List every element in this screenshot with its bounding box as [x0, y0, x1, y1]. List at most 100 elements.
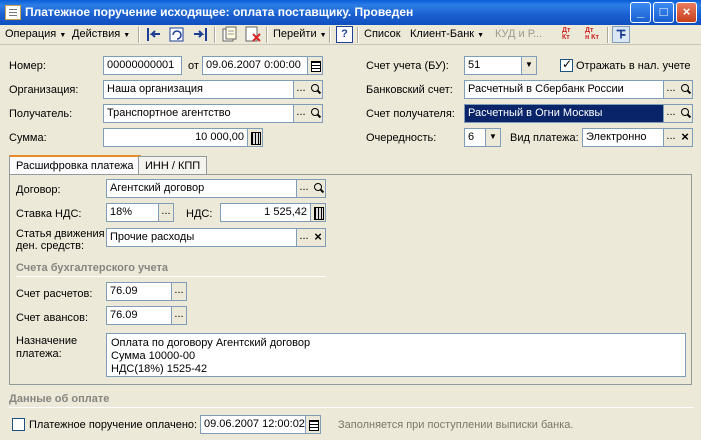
recipient-select-button[interactable] [294, 104, 309, 123]
calculator-icon[interactable] [248, 128, 263, 147]
search-icon[interactable] [308, 104, 323, 123]
operation-menu[interactable]: Операция ▼ [5, 28, 66, 40]
contract-field[interactable]: Агентский договор [106, 179, 297, 198]
goto-menu[interactable]: Перейти ▼ [273, 28, 327, 40]
recipient-account-field[interactable]: Расчетный в Огни Москвы [464, 104, 664, 123]
number-field[interactable]: 00000000001 [103, 56, 182, 75]
dt-kt-tax-icon[interactable]: Дт н Кт [585, 27, 603, 43]
recipient-account-label: Счет получателя: [366, 108, 455, 120]
priority-field[interactable]: 6 [464, 128, 486, 147]
payment-type-select-button[interactable] [664, 128, 679, 147]
recipient-account-select-button[interactable] [664, 104, 679, 123]
actions-menu[interactable]: Действия ▼ [72, 28, 130, 40]
paid-checkbox[interactable] [12, 418, 25, 431]
cashflow-label: Статья движения ден. средств: [16, 228, 105, 252]
structure-icon[interactable] [612, 26, 630, 43]
tab-label: ИНН / КПП [145, 160, 201, 172]
priority-dropdown-button[interactable] [486, 128, 501, 147]
move-down-icon[interactable] [192, 26, 210, 43]
paid-datetime-field[interactable]: 09.06.2007 12:00:02 [200, 415, 306, 434]
bank-account-select-button[interactable] [664, 80, 679, 99]
calendar-icon[interactable] [306, 415, 321, 434]
help-button[interactable]: ? [336, 26, 353, 43]
toolbar-separator [357, 27, 359, 43]
vat-rate-field[interactable]: 18% [106, 203, 159, 222]
dt-kt-button-label: Дт Кт [562, 27, 571, 41]
advance-account-select-button[interactable] [172, 306, 187, 325]
minimize-button[interactable]: _ [630, 2, 651, 23]
purpose-label-line2: платежа: [16, 348, 62, 360]
number-label: Номер: [9, 60, 46, 72]
copy-document-icon[interactable] [220, 26, 238, 43]
organization-select-button[interactable] [294, 80, 309, 99]
search-icon[interactable] [678, 104, 693, 123]
purpose-label-line1: Назначение [16, 335, 78, 347]
vat-field[interactable]: 1 525,42 [220, 203, 311, 222]
vat-rate-label: Ставка НДС: [16, 208, 82, 220]
delete-document-icon[interactable] [244, 26, 262, 43]
advance-account-field[interactable]: 76.09 [106, 306, 172, 325]
dt-kt-tax-button-label: Дт н Кт [585, 27, 599, 41]
account-label: Счет учета (БУ): [366, 60, 449, 72]
vat-label: НДС: [186, 208, 213, 220]
close-button[interactable]: × [676, 2, 697, 23]
account-dropdown-button[interactable] [522, 56, 537, 75]
toolbar-separator [607, 27, 609, 43]
chevron-down-icon: ▼ [319, 32, 327, 39]
payment-type-field[interactable]: Электронно [582, 128, 664, 147]
operation-menu-label: Операция [5, 28, 57, 40]
toolbar-separator [329, 27, 331, 43]
chevron-down-icon: ▼ [59, 32, 67, 39]
purpose-line: НДС(18%) 1525-42 [111, 363, 208, 375]
list-button[interactable]: Список [364, 28, 401, 40]
search-icon[interactable] [311, 179, 326, 198]
calculator-icon[interactable] [311, 203, 326, 222]
chevron-down-icon: ▼ [477, 32, 485, 39]
settlement-account-select-button[interactable] [172, 282, 187, 301]
group-divider [16, 276, 326, 277]
account-field[interactable]: 51 [464, 56, 522, 75]
recipient-field[interactable]: Транспортное агентство [103, 104, 294, 123]
tab-inn-kpp[interactable]: ИНН / КПП [138, 156, 208, 175]
goto-menu-label: Перейти [273, 28, 317, 40]
maximize-button[interactable]: □ [653, 2, 674, 23]
search-icon[interactable] [308, 80, 323, 99]
tab-payment-details[interactable]: Расшифровка платежа [9, 155, 141, 176]
settlement-account-field[interactable]: 76.09 [106, 282, 172, 301]
payment-purpose-textarea[interactable]: Оплата по договору Агентский договор Сум… [106, 333, 686, 377]
paid-hint-text: Заполняется при поступлении выписки банк… [338, 419, 574, 431]
organization-field[interactable]: Наша организация [103, 80, 294, 99]
calendar-icon[interactable] [308, 56, 323, 75]
move-up-icon[interactable] [144, 26, 162, 43]
cashflow-label-line2: ден. средств: [16, 240, 85, 252]
kud-button[interactable]: КУД и Р... [495, 28, 542, 40]
payment-type-label: Вид платежа: [510, 132, 579, 144]
contract-label: Договор: [16, 184, 61, 196]
client-bank-menu[interactable]: Клиент-Банк ▼ [410, 28, 484, 40]
refresh-icon[interactable] [168, 26, 186, 43]
toolbar-separator [266, 27, 268, 43]
cashflow-select-button[interactable] [297, 228, 312, 247]
tax-accounting-checkbox[interactable] [560, 57, 573, 72]
window-title: Платежное поручение исходящее: оплата по… [25, 5, 414, 19]
client-bank-label: Клиент-Банк [410, 28, 475, 40]
vat-rate-select-button[interactable] [159, 203, 174, 222]
toolbar-separator [138, 27, 140, 43]
toolbar-separator [214, 27, 216, 43]
contract-select-button[interactable] [297, 179, 312, 198]
clear-icon[interactable] [678, 128, 693, 147]
payment-data-group-title: Данные об оплате [9, 393, 110, 405]
document-icon [5, 5, 21, 20]
dt-kt-icon[interactable]: Дт Кт [562, 27, 580, 43]
cashflow-field[interactable]: Прочие расходы [106, 228, 297, 247]
settlement-account-label: Счет расчетов: [16, 288, 93, 300]
clear-icon[interactable] [311, 228, 326, 247]
purpose-label: Назначение платежа: [16, 335, 77, 361]
date-field[interactable]: 09.06.2007 0:00:00 [202, 56, 308, 75]
bank-account-field[interactable]: Расчетный в Сбербанк России [464, 80, 664, 99]
priority-label: Очередность: [366, 132, 437, 144]
chevron-down-icon: ▼ [123, 32, 131, 39]
bank-account-label: Банковский счет: [366, 84, 453, 96]
sum-field[interactable]: 10 000,00 [103, 128, 248, 147]
search-icon[interactable] [678, 80, 693, 99]
